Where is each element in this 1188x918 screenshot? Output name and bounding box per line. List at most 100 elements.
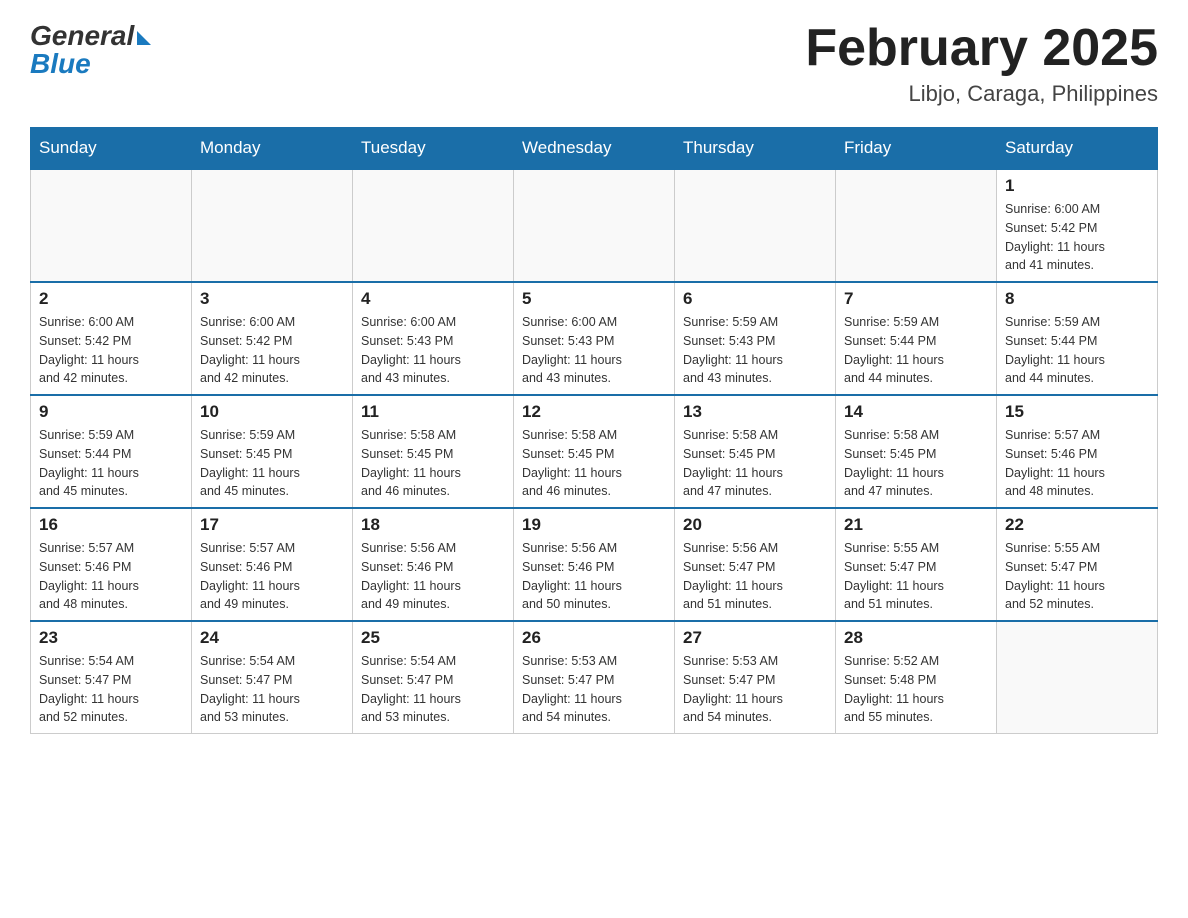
calendar-cell [997,621,1158,734]
calendar-cell: 24 Sunrise: 5:54 AMSunset: 5:47 PMDayligh… [192,621,353,734]
day-number: 19 [522,515,666,535]
day-info: Sunrise: 5:57 AMSunset: 5:46 PMDaylight:… [200,539,344,614]
calendar-cell: 22 Sunrise: 5:55 AMSunset: 5:47 PMDayligh… [997,508,1158,621]
calendar-cell: 18 Sunrise: 5:56 AMSunset: 5:46 PMDayligh… [353,508,514,621]
calendar-cell [353,169,514,282]
weekday-header-friday: Friday [836,128,997,170]
day-number: 7 [844,289,988,309]
day-number: 22 [1005,515,1149,535]
day-number: 5 [522,289,666,309]
day-info: Sunrise: 5:59 AMSunset: 5:45 PMDaylight:… [200,426,344,501]
day-number: 2 [39,289,183,309]
day-info: Sunrise: 6:00 AMSunset: 5:43 PMDaylight:… [522,313,666,388]
calendar-cell: 1 Sunrise: 6:00 AMSunset: 5:42 PMDaylight… [997,169,1158,282]
day-number: 8 [1005,289,1149,309]
day-number: 13 [683,402,827,422]
day-info: Sunrise: 5:58 AMSunset: 5:45 PMDaylight:… [361,426,505,501]
calendar-cell [675,169,836,282]
calendar-cell: 28Sunrise: 5:52 AMSunset: 5:48 PMDayligh… [836,621,997,734]
day-number: 26 [522,628,666,648]
day-info: Sunrise: 5:55 AMSunset: 5:47 PMDaylight:… [844,539,988,614]
weekday-header-saturday: Saturday [997,128,1158,170]
weekday-header-monday: Monday [192,128,353,170]
calendar-cell: 25Sunrise: 5:54 AMSunset: 5:47 PMDayligh… [353,621,514,734]
day-info: Sunrise: 5:56 AMSunset: 5:46 PMDaylight:… [361,539,505,614]
day-number: 9 [39,402,183,422]
day-info: Sunrise: 5:57 AMSunset: 5:46 PMDaylight:… [1005,426,1149,501]
day-info: Sunrise: 5:58 AMSunset: 5:45 PMDaylight:… [683,426,827,501]
weekday-header-wednesday: Wednesday [514,128,675,170]
calendar-cell: 14 Sunrise: 5:58 AMSunset: 5:45 PMDayligh… [836,395,997,508]
day-info: Sunrise: 5:54 AMSunset: 5:47 PMDaylight:… [39,652,183,727]
calendar-cell [31,169,192,282]
day-info: Sunrise: 5:53 AMSunset: 5:47 PMDaylight:… [522,652,666,727]
weekday-header-thursday: Thursday [675,128,836,170]
calendar-cell: 2 Sunrise: 6:00 AMSunset: 5:42 PMDaylight… [31,282,192,395]
calendar-week-4: 16Sunrise: 5:57 AMSunset: 5:46 PMDayligh… [31,508,1158,621]
day-info: Sunrise: 5:56 AMSunset: 5:47 PMDaylight:… [683,539,827,614]
logo: General Blue [30,20,151,80]
calendar-cell: 9 Sunrise: 5:59 AMSunset: 5:44 PMDaylight… [31,395,192,508]
day-number: 6 [683,289,827,309]
day-info: Sunrise: 6:00 AMSunset: 5:43 PMDaylight:… [361,313,505,388]
day-number: 11 [361,402,505,422]
day-info: Sunrise: 5:59 AMSunset: 5:44 PMDaylight:… [1005,313,1149,388]
day-info: Sunrise: 6:00 AMSunset: 5:42 PMDaylight:… [39,313,183,388]
calendar-cell: 26 Sunrise: 5:53 AMSunset: 5:47 PMDayligh… [514,621,675,734]
calendar-cell: 6 Sunrise: 5:59 AMSunset: 5:43 PMDaylight… [675,282,836,395]
calendar-cell: 8 Sunrise: 5:59 AMSunset: 5:44 PMDaylight… [997,282,1158,395]
day-number: 23 [39,628,183,648]
day-number: 3 [200,289,344,309]
logo-blue-text: Blue [30,48,91,80]
day-number: 14 [844,402,988,422]
day-number: 25 [361,628,505,648]
day-number: 27 [683,628,827,648]
day-info: Sunrise: 5:58 AMSunset: 5:45 PMDaylight:… [522,426,666,501]
day-info: Sunrise: 5:59 AMSunset: 5:44 PMDaylight:… [39,426,183,501]
calendar-cell: 12 Sunrise: 5:58 AMSunset: 5:45 PMDayligh… [514,395,675,508]
calendar-cell: 3 Sunrise: 6:00 AMSunset: 5:42 PMDaylight… [192,282,353,395]
weekday-header-row: SundayMondayTuesdayWednesdayThursdayFrid… [31,128,1158,170]
calendar-cell: 7 Sunrise: 5:59 AMSunset: 5:44 PMDaylight… [836,282,997,395]
day-number: 4 [361,289,505,309]
day-info: Sunrise: 5:54 AMSunset: 5:47 PMDaylight:… [200,652,344,727]
calendar-cell: 20 Sunrise: 5:56 AMSunset: 5:47 PMDayligh… [675,508,836,621]
weekday-header-sunday: Sunday [31,128,192,170]
day-number: 17 [200,515,344,535]
calendar-cell [836,169,997,282]
calendar-cell: 21 Sunrise: 5:55 AMSunset: 5:47 PMDayligh… [836,508,997,621]
day-info: Sunrise: 6:00 AMSunset: 5:42 PMDaylight:… [200,313,344,388]
day-info: Sunrise: 5:56 AMSunset: 5:46 PMDaylight:… [522,539,666,614]
day-number: 21 [844,515,988,535]
day-info: Sunrise: 5:58 AMSunset: 5:45 PMDaylight:… [844,426,988,501]
calendar-cell: 5 Sunrise: 6:00 AMSunset: 5:43 PMDaylight… [514,282,675,395]
title-section: February 2025 Libjo, Caraga, Philippines [805,20,1158,107]
day-info: Sunrise: 5:57 AMSunset: 5:46 PMDaylight:… [39,539,183,614]
day-info: Sunrise: 6:00 AMSunset: 5:42 PMDaylight:… [1005,200,1149,275]
page-header: General Blue February 2025 Libjo, Caraga… [30,20,1158,107]
calendar-cell: 19 Sunrise: 5:56 AMSunset: 5:46 PMDayligh… [514,508,675,621]
day-number: 10 [200,402,344,422]
calendar-cell: 10 Sunrise: 5:59 AMSunset: 5:45 PMDayligh… [192,395,353,508]
day-number: 28 [844,628,988,648]
calendar-table: SundayMondayTuesdayWednesdayThursdayFrid… [30,127,1158,734]
day-info: Sunrise: 5:55 AMSunset: 5:47 PMDaylight:… [1005,539,1149,614]
calendar-week-1: 1 Sunrise: 6:00 AMSunset: 5:42 PMDaylight… [31,169,1158,282]
calendar-cell [192,169,353,282]
day-number: 20 [683,515,827,535]
day-info: Sunrise: 5:59 AMSunset: 5:44 PMDaylight:… [844,313,988,388]
day-number: 1 [1005,176,1149,196]
day-number: 12 [522,402,666,422]
day-number: 18 [361,515,505,535]
calendar-cell: 13 Sunrise: 5:58 AMSunset: 5:45 PMDayligh… [675,395,836,508]
location-text: Libjo, Caraga, Philippines [805,81,1158,107]
calendar-cell: 11 Sunrise: 5:58 AMSunset: 5:45 PMDayligh… [353,395,514,508]
calendar-cell: 23 Sunrise: 5:54 AMSunset: 5:47 PMDayligh… [31,621,192,734]
day-info: Sunrise: 5:59 AMSunset: 5:43 PMDaylight:… [683,313,827,388]
weekday-header-tuesday: Tuesday [353,128,514,170]
calendar-week-3: 9 Sunrise: 5:59 AMSunset: 5:44 PMDaylight… [31,395,1158,508]
calendar-cell: 17 Sunrise: 5:57 AMSunset: 5:46 PMDayligh… [192,508,353,621]
day-info: Sunrise: 5:53 AMSunset: 5:47 PMDaylight:… [683,652,827,727]
day-number: 24 [200,628,344,648]
logo-arrow-icon [137,31,151,45]
